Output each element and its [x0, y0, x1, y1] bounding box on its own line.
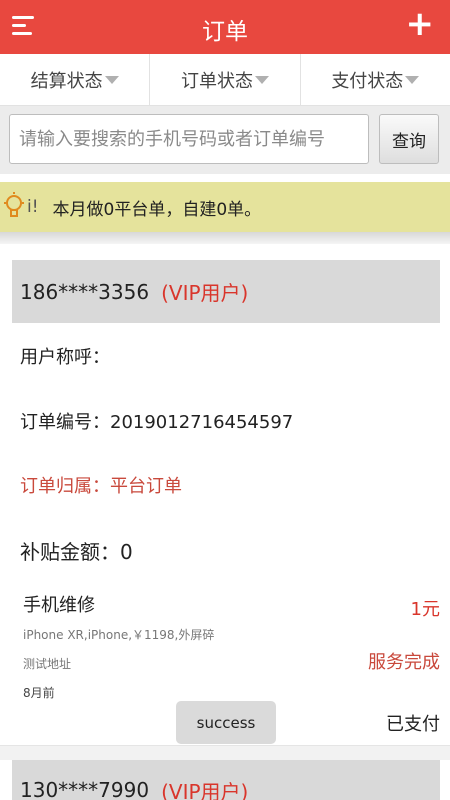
search-input[interactable]: [9, 114, 369, 164]
search-bar: 查询: [0, 106, 450, 174]
dropdown-arrow-icon: [405, 75, 420, 84]
notice-fragment: i!: [27, 197, 39, 217]
filter-label: 支付状态: [331, 70, 404, 92]
customer-phone: 186****3356: [20, 279, 150, 304]
filter-order-status[interactable]: 订单状态: [150, 54, 301, 105]
service-status: 服务完成: [368, 652, 440, 673]
divider: [0, 232, 450, 244]
user-name-label: 用户称呼：: [20, 347, 110, 368]
vip-badge: (VIP用户): [161, 779, 249, 800]
filter-settlement-status[interactable]: 结算状态: [0, 54, 151, 105]
order-card-header: 186****3356 (VIP用户): [12, 260, 440, 323]
notice-message: 本月做0平台单，自建0单。: [52, 199, 262, 220]
customer-phone: 130****7990: [20, 778, 150, 800]
service-address: 测试地址: [23, 657, 72, 671]
order-price: 1元: [410, 599, 440, 620]
order-time: 8月前: [23, 686, 55, 700]
dropdown-arrow-icon: [104, 75, 119, 84]
toast-message: success: [176, 701, 276, 744]
service-name: 手机维修: [23, 595, 95, 616]
filter-bar: 结算状态 订单状态 支付状态: [0, 54, 450, 106]
service-description: iPhone XR,iPhone,￥1198,外屏碎: [23, 628, 215, 642]
lightbulb-icon: [4, 192, 24, 217]
vip-badge: (VIP用户): [161, 281, 249, 305]
filter-payment-status[interactable]: 支付状态: [301, 54, 450, 105]
filter-label: 结算状态: [30, 70, 103, 92]
order-card[interactable]: 186****3356 (VIP用户) 用户称呼： 订单编号：201901271…: [0, 244, 450, 746]
app-header: 订单 +: [0, 0, 450, 54]
add-order-button[interactable]: +: [406, 6, 435, 42]
payment-status: 已支付: [386, 714, 440, 735]
search-button[interactable]: 查询: [379, 114, 439, 164]
notice-banner: i! 本月做0平台单，自建0单。: [0, 182, 450, 232]
order-number: 订单编号：2019012716454597: [20, 412, 294, 433]
page-title: 订单: [202, 19, 248, 45]
filter-label: 订单状态: [180, 70, 253, 92]
dropdown-arrow-icon: [254, 75, 269, 84]
order-ownership: 订单归属：平台订单: [20, 476, 182, 497]
subsidy-amount: 补贴金额：0: [20, 540, 133, 564]
card-gap: [0, 746, 450, 760]
order-card-header[interactable]: 130****7990 (VIP用户): [12, 760, 440, 800]
